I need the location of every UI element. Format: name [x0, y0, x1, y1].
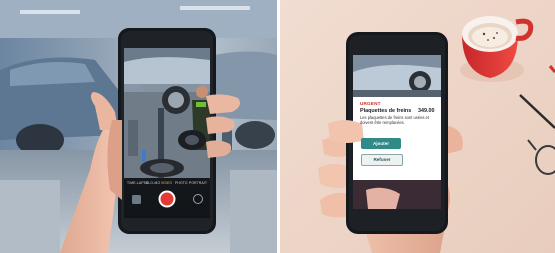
status-badge: URGENT — [360, 101, 381, 106]
item-description: Les plaquettes de freins sont usées et d… — [360, 115, 429, 126]
item-price: 349.00 — [418, 107, 435, 114]
item-title: Plaquettes de freins — [360, 107, 412, 114]
camera-mode-photo[interactable]: PHOTO — [175, 181, 188, 185]
composite-photo: TIME-LAPSE SLO-MO VIDEO PHOTO PORTRAIT U… — [0, 0, 555, 253]
left-photo — [0, 0, 277, 253]
camera-mode-slomo[interactable]: SLO-MO — [146, 181, 160, 185]
camera-mode-video[interactable]: VIDEO — [161, 181, 172, 185]
capture-button[interactable] — [160, 192, 174, 206]
gallery-thumbnail[interactable] — [132, 195, 141, 204]
refuse-button[interactable]: Refuser — [361, 154, 403, 166]
camera-mode-portrait[interactable]: PORTRAIT — [189, 181, 207, 185]
scene-illustration — [0, 0, 555, 253]
accept-button[interactable]: Ajouter — [361, 138, 401, 149]
right-photo — [280, 0, 555, 253]
